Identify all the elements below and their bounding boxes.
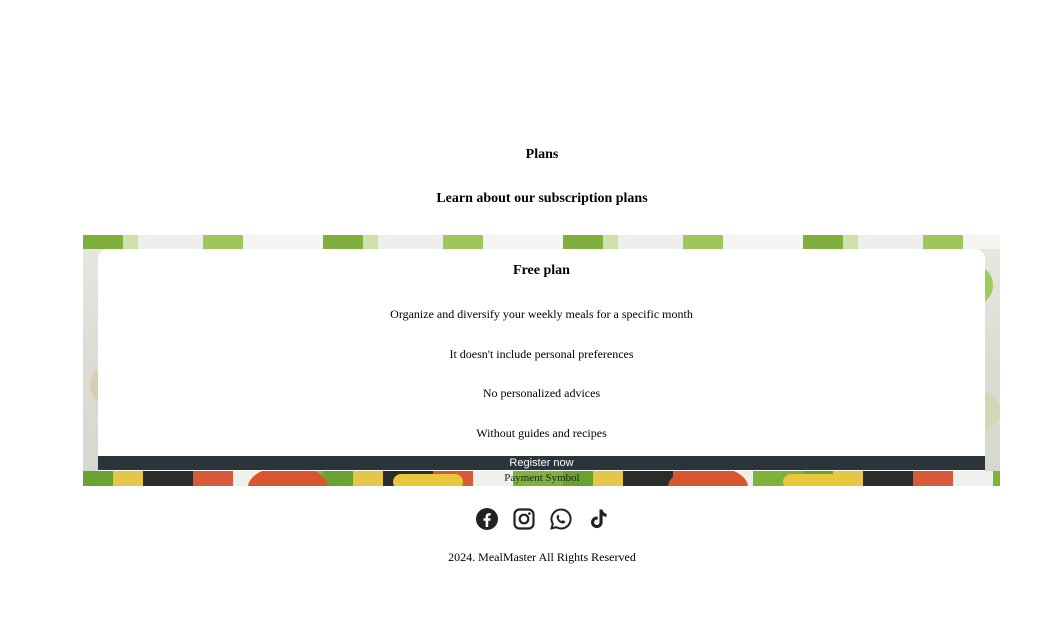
whatsapp-icon[interactable] xyxy=(549,507,573,531)
payment-symbol-text: Payment Symbol xyxy=(504,472,580,484)
plan-card: Free plan Organize and diversify your we… xyxy=(98,249,985,471)
footer-copyright: 2024. MealMaster All Rights Reserved xyxy=(448,550,636,564)
instagram-icon[interactable] xyxy=(512,507,536,531)
plan-feature: No personalized advices xyxy=(482,386,601,400)
social-links xyxy=(475,506,610,532)
facebook-icon[interactable] xyxy=(475,507,499,531)
banner-top-strip xyxy=(83,235,1000,249)
register-now-button[interactable]: Register now xyxy=(98,456,985,470)
tiktok-icon[interactable] xyxy=(586,507,610,531)
plan-name: Free plan xyxy=(513,263,570,278)
section-title: Plans xyxy=(525,147,559,162)
plan-feature: Organize and diversify your weekly meals… xyxy=(390,307,693,321)
plan-feature: It doesn't include personal preferences xyxy=(449,347,634,361)
section-subtitle: Learn about our subscription plans xyxy=(436,191,648,206)
plan-feature: Without guides and recipes xyxy=(476,426,607,440)
